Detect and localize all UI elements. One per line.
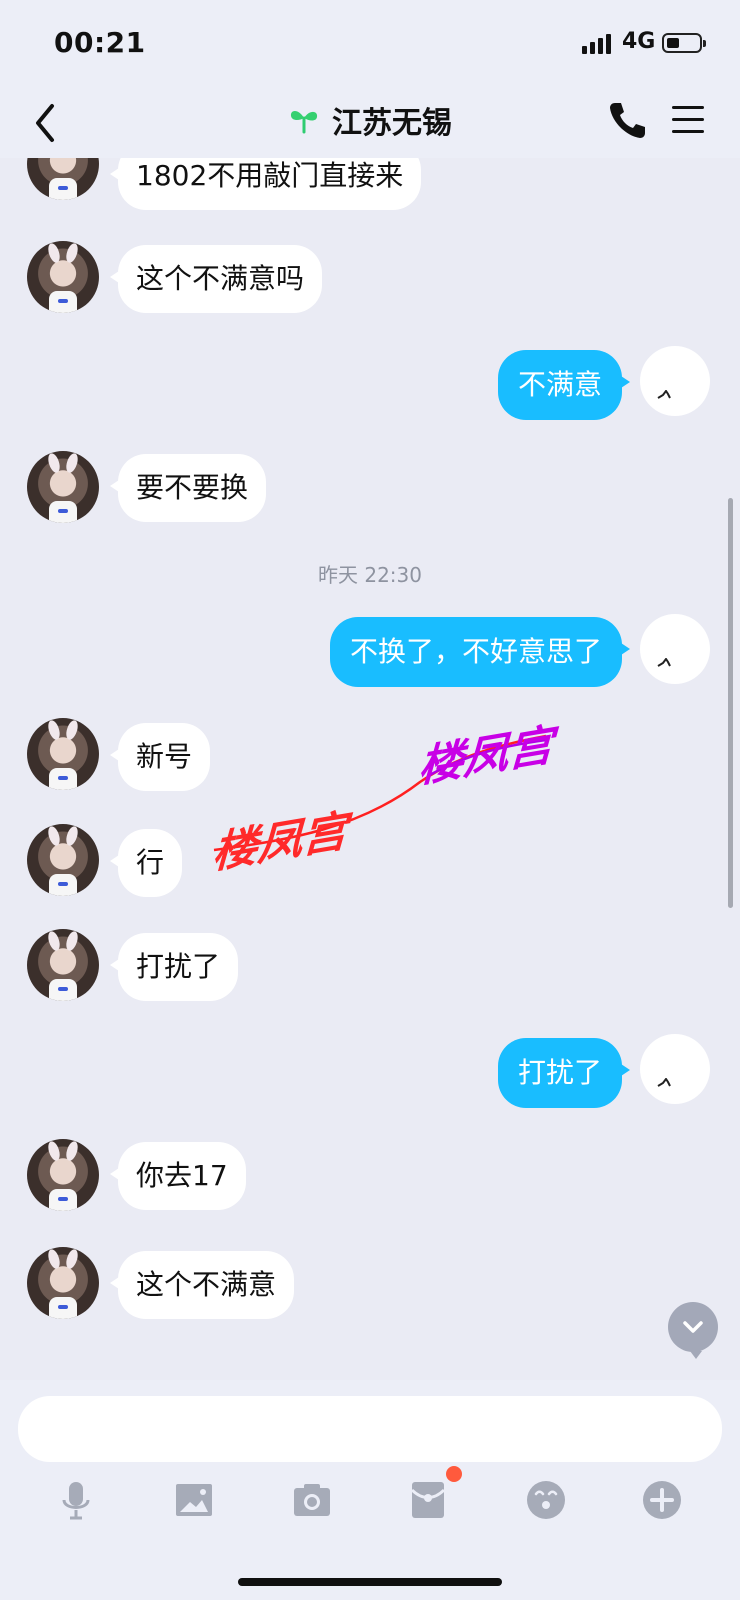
contact-avatar[interactable] <box>27 451 99 523</box>
message-bubble[interactable]: 新号 <box>109 723 211 791</box>
menu-icon[interactable] <box>670 100 706 140</box>
plus-icon <box>643 1481 681 1519</box>
message-bubble-self[interactable]: 不换了，不好意思了 <box>329 617 631 687</box>
message-bubble[interactable]: 要不要换 <box>109 454 267 522</box>
message-bubble[interactable]: 你去17 <box>110 1142 246 1210</box>
scroll-to-bottom-button[interactable] <box>668 1302 718 1359</box>
message-bubble[interactable]: 这个不满意吗 <box>109 245 323 313</box>
camera-button[interactable] <box>286 1474 338 1526</box>
contact-avatar[interactable] <box>27 718 99 790</box>
self-avatar[interactable] <box>640 346 710 416</box>
status-time: 00:21 <box>54 26 146 59</box>
self-avatar[interactable] <box>640 614 710 684</box>
home-indicator <box>238 1578 502 1586</box>
status-bar: 00:21 4G <box>0 0 740 88</box>
microphone-icon <box>62 1482 90 1520</box>
red-packet-button[interactable] <box>402 1474 454 1526</box>
ink-mark-icon <box>657 1078 671 1087</box>
battery-icon <box>662 33 706 53</box>
emoji-icon <box>527 1481 565 1519</box>
message-timestamp: 昨天 22:30 <box>318 563 422 587</box>
chat-title-text: 江苏无锡 <box>332 106 452 141</box>
self-avatar[interactable] <box>640 1034 710 1104</box>
contact-avatar[interactable] <box>27 1139 99 1211</box>
network-label: 4G <box>622 29 656 54</box>
image-button[interactable] <box>168 1474 220 1526</box>
red-packet-icon <box>410 1482 446 1518</box>
contact-avatar[interactable] <box>27 1247 99 1319</box>
signal-icon <box>582 34 611 54</box>
message-bubble[interactable]: 1802不用敲门直接来 <box>109 158 422 210</box>
message-bubble-self[interactable]: 打扰了 <box>497 1038 631 1108</box>
composer-area <box>0 1380 740 1600</box>
chevron-down-icon <box>683 1321 703 1333</box>
chat-area[interactable]: 1802不用敲门直接来 这个不满意吗 不满意 要不要换 昨天 22:30 不换了… <box>0 158 740 1380</box>
contact-avatar[interactable] <box>27 158 99 200</box>
camera-icon <box>294 1484 330 1516</box>
emoji-button[interactable] <box>520 1474 572 1526</box>
message-bubble[interactable]: 打扰了 <box>109 933 239 1001</box>
message-bubble-self[interactable]: 不满意 <box>497 350 631 420</box>
microphone-button[interactable] <box>50 1474 102 1526</box>
contact-avatar[interactable] <box>27 824 99 896</box>
message-bubble[interactable]: 行 <box>109 829 183 897</box>
message-input[interactable] <box>18 1396 722 1462</box>
image-icon <box>176 1484 212 1516</box>
ink-mark-icon <box>657 658 671 667</box>
contact-avatar[interactable] <box>27 929 99 1001</box>
sprout-icon <box>290 111 318 134</box>
notification-dot <box>446 1466 462 1482</box>
ink-mark-icon <box>657 390 671 399</box>
chat-title: 江苏无锡 <box>288 98 452 142</box>
chat-header: 江苏无锡 <box>0 88 740 158</box>
scrollbar[interactable] <box>728 498 733 908</box>
phone-icon[interactable] <box>606 98 646 142</box>
message-bubble[interactable]: 这个不满意 <box>109 1251 295 1319</box>
contact-avatar[interactable] <box>27 241 99 313</box>
more-button[interactable] <box>636 1474 688 1526</box>
